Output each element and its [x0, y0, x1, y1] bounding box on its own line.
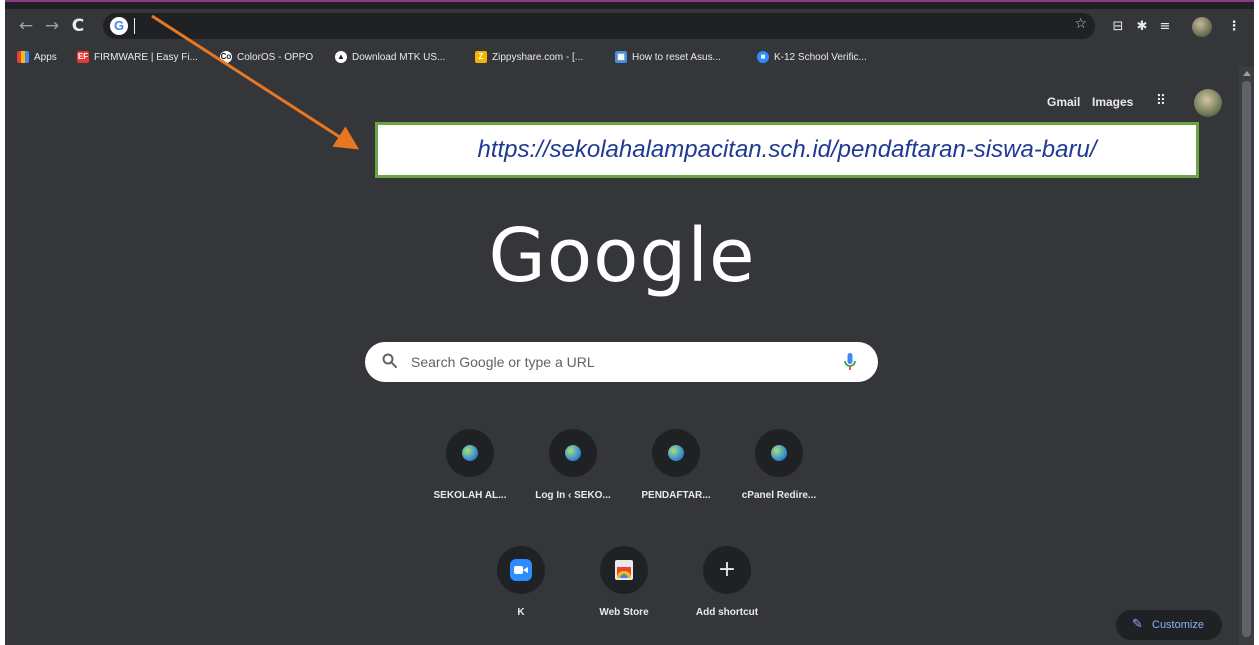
bookmark-firmware[interactable]: EF FIRMWARE | Easy Fi... — [77, 49, 198, 65]
scrollbar[interactable] — [1239, 67, 1254, 645]
web-store-icon — [600, 546, 648, 594]
bookmark-label: ColorOS - OPPO — [237, 51, 314, 63]
shortcut-label: PENDAFTAR... — [641, 490, 711, 501]
bookmark-label: How to reset Asus... — [632, 51, 721, 63]
bookmark-mtk[interactable]: ▲ Download MTK US... — [335, 49, 445, 65]
text-caret — [134, 18, 135, 34]
customize-button[interactable]: ✎ Customize — [1116, 610, 1222, 640]
shortcut-tile[interactable]: + Add shortcut — [671, 546, 783, 618]
shortcut-label: cPanel Redire... — [741, 490, 817, 501]
zoom-favicon-icon: ■ — [757, 51, 769, 63]
url-annotation-box: https://sekolahalampacitan.sch.id/pendaf… — [375, 122, 1199, 178]
site-globe-icon — [549, 429, 597, 477]
shortcut-tile[interactable]: K — [465, 546, 577, 618]
zoom-video-icon — [497, 546, 545, 594]
pencil-icon: ✎ — [1132, 617, 1143, 632]
new-tab-page: Gmail Images ⠿ https://sekolahalampacita… — [5, 67, 1239, 645]
search-placeholder: Search Google or type a URL — [411, 354, 595, 370]
bookmark-star-icon[interactable]: ☆ — [1074, 16, 1087, 32]
search-icon — [382, 353, 397, 368]
customize-label: Customize — [1152, 619, 1204, 631]
search-box[interactable]: Search Google or type a URL — [365, 342, 878, 382]
site-globe-icon — [755, 429, 803, 477]
bookmark-label: Download MTK US... — [352, 51, 446, 63]
omnibox[interactable]: G ☆ — [103, 13, 1095, 39]
shortcut-tile[interactable]: cPanel Redire... — [723, 429, 835, 501]
microphone-icon[interactable] — [843, 351, 857, 373]
google-logo: Google — [488, 213, 756, 299]
shortcut-tile[interactable]: Web Store — [568, 546, 680, 618]
bookmark-label: Apps — [34, 51, 57, 63]
bookmark-asus[interactable]: ▦ How to reset Asus... — [615, 49, 721, 65]
menu-kebab-icon[interactable]: ⋮ — [1225, 18, 1243, 36]
back-icon[interactable]: ← — [15, 15, 37, 37]
browser-toolbar: ← → C G ☆ ⊟ ✱ ≡ ⋮ — [5, 9, 1254, 45]
coloros-favicon-icon: Co — [220, 51, 232, 63]
bookmark-label: K-12 School Verific... — [774, 51, 867, 63]
site-globe-icon — [446, 429, 494, 477]
browser-window: ← → C G ☆ ⊟ ✱ ≡ ⋮ Apps EF FIRMWARE | Eas… — [5, 0, 1254, 645]
bookmark-label: FIRMWARE | Easy Fi... — [94, 51, 198, 63]
shortcut-label: Add shortcut — [695, 607, 759, 618]
bookmark-k12[interactable]: ■ K-12 School Verific... — [757, 49, 867, 65]
apps-grid-icon — [17, 51, 29, 63]
images-link[interactable]: Images — [1092, 95, 1133, 109]
ef-favicon-icon: EF — [77, 51, 89, 63]
gmail-link[interactable]: Gmail — [1047, 95, 1080, 109]
bookmark-apps[interactable]: Apps — [17, 49, 57, 65]
account-avatar[interactable] — [1194, 89, 1222, 117]
shortcut-tile[interactable]: PENDAFTAR... — [620, 429, 732, 501]
profile-avatar-icon[interactable] — [1192, 17, 1212, 37]
tab-strip-edge — [5, 0, 1254, 9]
shortcut-label: K — [517, 607, 525, 618]
reload-icon[interactable]: C — [67, 15, 89, 37]
bookmark-zippyshare[interactable]: Z Zippyshare.com - [... — [475, 49, 583, 65]
reading-list-icon[interactable]: ≡ — [1156, 18, 1174, 36]
google-favicon-icon: G — [110, 17, 128, 35]
shortcut-label: Web Store — [599, 607, 649, 618]
scroll-thumb[interactable] — [1242, 81, 1251, 637]
shortcut-tile[interactable]: SEKOLAH AL... — [414, 429, 526, 501]
scroll-up-arrow-icon[interactable] — [1243, 71, 1251, 76]
extensions-puzzle-icon[interactable]: ✱ — [1133, 18, 1151, 36]
extension-icon[interactable]: ⊟ — [1109, 18, 1127, 36]
asus-favicon-icon: ▦ — [615, 51, 627, 63]
shortcut-tile[interactable]: Log In ‹ SEKO... — [517, 429, 629, 501]
shortcut-label: Log In ‹ SEKO... — [535, 490, 611, 501]
mtk-favicon-icon: ▲ — [335, 51, 347, 63]
shortcut-label: SEKOLAH AL... — [433, 490, 507, 501]
bookmark-coloros[interactable]: Co ColorOS - OPPO — [220, 49, 313, 65]
bookmarks-bar: Apps EF FIRMWARE | Easy Fi... Co ColorOS… — [5, 45, 1254, 67]
site-globe-icon — [652, 429, 700, 477]
zippyshare-favicon-icon: Z — [475, 51, 487, 63]
plus-icon: + — [703, 546, 751, 594]
google-apps-grid-icon[interactable]: ⠿ — [1153, 93, 1169, 109]
forward-icon[interactable]: → — [41, 15, 63, 37]
bookmark-label: Zippyshare.com - [... — [492, 51, 584, 63]
